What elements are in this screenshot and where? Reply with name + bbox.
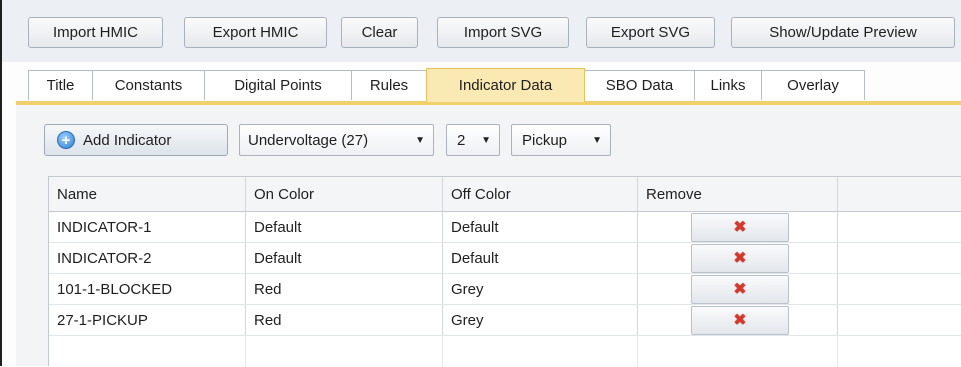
tab-rules[interactable]: Rules [351,70,427,100]
remove-button[interactable]: ✖ [691,213,789,242]
plus-circle-icon: + [57,131,75,149]
row-divider [49,335,961,336]
cell-off-color[interactable]: Default [443,243,638,273]
tab-indicator-data[interactable]: Indicator Data [426,68,585,102]
cell-off-color[interactable]: Grey [443,274,638,304]
import-svg-button[interactable]: Import SVG [437,17,569,48]
tab-digital-points[interactable]: Digital Points [204,70,352,100]
red-x-icon: ✖ [733,280,747,298]
column-header-name[interactable]: Name [49,177,246,212]
column-header-filler [838,177,961,212]
remove-button[interactable]: ✖ [691,244,789,273]
tab-constants[interactable]: Constants [92,70,205,100]
column-divider [637,336,638,367]
cell-on-color[interactable]: Default [246,212,443,242]
red-x-icon: ✖ [733,249,747,267]
caret-down-icon: ▼ [592,134,602,146]
indicator-type-value: Undervoltage (27) [248,131,369,149]
indicator-type-dropdown[interactable]: Undervoltage (27) ▼ [239,124,434,156]
caret-down-icon: ▼ [415,134,425,146]
toolbar: Import HMIC Export HMIC Clear Import SVG… [2,0,961,62]
red-x-icon: ✖ [733,218,747,236]
cell-name[interactable]: 101-1-BLOCKED [49,274,246,304]
indicator-number-dropdown[interactable]: 2 ▼ [446,124,500,156]
cell-off-color[interactable]: Grey [443,305,638,335]
tab-title[interactable]: Title [28,70,93,100]
column-divider [837,336,838,367]
cell-on-color[interactable]: Red [246,274,443,304]
export-svg-button[interactable]: Export SVG [586,17,715,48]
caret-down-icon: ▼ [481,134,491,146]
cell-on-color[interactable]: Red [246,305,443,335]
column-header-remove[interactable]: Remove [638,177,838,212]
remove-button[interactable]: ✖ [691,306,789,335]
remove-button[interactable]: ✖ [691,275,789,304]
column-divider [245,336,246,367]
cell-off-color[interactable]: Default [443,212,638,242]
show-update-preview-button[interactable]: Show/Update Preview [731,17,955,48]
cell-on-color[interactable]: Default [246,243,443,273]
clear-button[interactable]: Clear [341,17,418,48]
cell-name[interactable]: 27-1-PICKUP [49,305,246,335]
column-header-on-color[interactable]: On Color [246,177,443,212]
indicator-mode-value: Pickup [522,131,568,149]
window-frame: Import HMIC Export HMIC Clear Import SVG… [0,0,961,367]
tab-links[interactable]: Links [694,70,762,100]
red-x-icon: ✖ [733,311,747,329]
import-hmic-button[interactable]: Import HMIC [28,17,163,48]
cell-name[interactable]: INDICATOR-1 [49,212,246,242]
column-header-off-color[interactable]: Off Color [443,177,638,212]
add-indicator-label: Add Indicator [83,131,172,149]
indicator-number-value: 2 [457,131,466,149]
indicator-grid: Name On Color Off Color Remove INDICATOR… [48,176,961,367]
add-indicator-button[interactable]: + Add Indicator [44,124,228,156]
tab-sbo-data[interactable]: SBO Data [584,70,695,100]
export-hmic-button[interactable]: Export HMIC [184,17,327,48]
indicator-mode-dropdown[interactable]: Pickup ▼ [511,124,611,156]
column-divider [442,336,443,367]
cell-name[interactable]: INDICATOR-2 [49,243,246,273]
tab-overlay[interactable]: Overlay [761,70,865,100]
